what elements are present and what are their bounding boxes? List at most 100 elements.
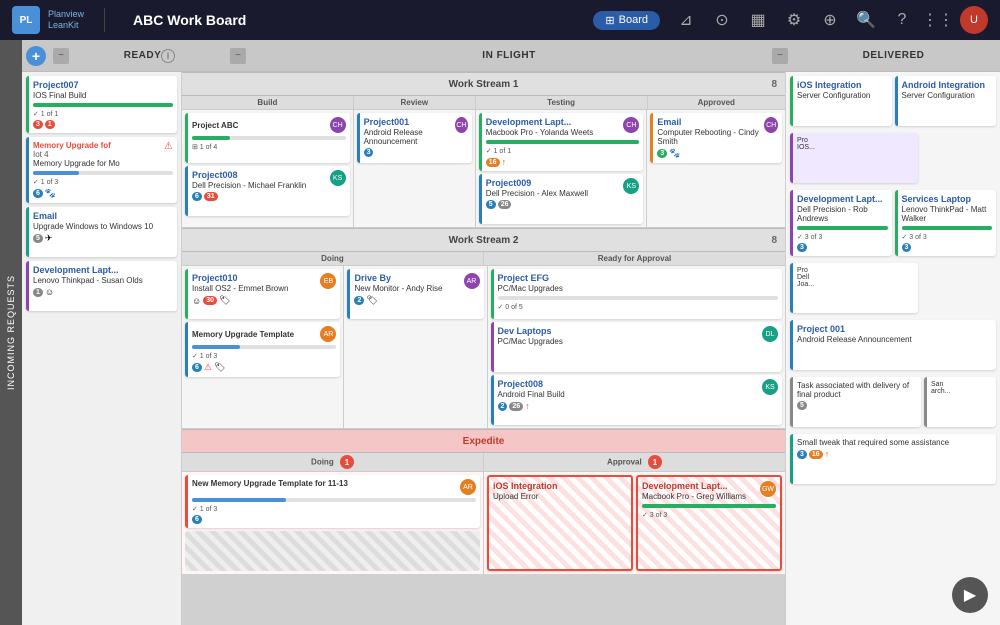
up-arrow-icon: ↑ (502, 157, 507, 167)
mem-tmpl-footer: 6 ⚠ 🏷 (192, 362, 336, 373)
avatar-dev-exp: GW (760, 481, 776, 497)
progress-fill (33, 171, 79, 175)
expedite-header: Expedite (182, 429, 785, 453)
card-memory-upgrade-subtitle2: Iot 4 (33, 150, 111, 159)
badge-5: 5 (33, 234, 43, 243)
card-project008-build: Project008 Dell Precision - Michael Fran… (185, 166, 350, 216)
ws1-header: Work Stream 1 8 (182, 72, 785, 96)
card-memory-template: Memory Upgrade Template AR ✓ 1 of 3 6 (185, 322, 340, 377)
avatar-devlap: DL (762, 326, 778, 342)
filter-icon[interactable]: ⊿ (672, 6, 700, 34)
ws2-doing1-lane: Project010 Install OS2 - Emmet Brown EB … (182, 266, 344, 428)
top-navigation: PL Planview LeanKit ABC Work Board ⊞ Boa… (0, 0, 1000, 40)
badge-3-r: 3 (364, 148, 374, 157)
avatar-ch-review: CH (455, 117, 468, 133)
collapse-ready-button[interactable]: − (53, 48, 69, 64)
incoming-requests-sidebar: INCOMING REQUESTS (0, 40, 22, 625)
card-project007: Project007 IOS Final Build ✓ 1 of 1 3 1 (26, 76, 177, 133)
efg-progress (498, 296, 779, 300)
card-p008-ready: Project008 Android Final Build KS 2 26 (491, 375, 783, 425)
board-tab[interactable]: ⊞ Board (593, 11, 660, 30)
email-appr-name: Computer Rebooting - Cindy Smith (657, 128, 764, 146)
badge-2-d: 2 (354, 296, 364, 305)
ws2-cards-row: Project010 Install OS2 - Emmet Brown EB … (182, 266, 785, 429)
card-small-tweak: Small tweak that required some assistanc… (790, 434, 996, 484)
workstream2: Work Stream 2 8 Doing Ready for Approval (182, 228, 785, 429)
main-container: INCOMING REQUESTS + − READY i − IN FLIGH… (0, 40, 1000, 625)
badge-red: 3 (33, 120, 43, 129)
collapse-delivered-button[interactable]: − (772, 48, 788, 64)
chart-icon[interactable]: ▦ (744, 6, 772, 34)
add-user-icon[interactable]: ⊕ (816, 6, 844, 34)
tweak-name: Small tweak that required some assistanc… (797, 438, 992, 447)
p009-footer: 5 26 (486, 200, 640, 209)
expedite-cards-row: New Memory Upgrade Template for 11-13 AR… (182, 472, 785, 574)
workstream1: Work Stream 1 8 Build Review Testing App… (182, 72, 785, 228)
p008r-title: Project008 (498, 379, 565, 389)
avatar-p010: EB (320, 273, 336, 289)
p008r-footer: 2 26 ↑ (498, 401, 779, 411)
menu-icon[interactable]: ⋮⋮ (924, 6, 952, 34)
fill (642, 504, 776, 508)
dev-test-title: Development Lapt... (486, 117, 593, 127)
exp-doing-badge: 1 (340, 455, 354, 469)
card-project001-del: Project 001 Android Release Announcement (790, 320, 996, 370)
card-project001: Project001 Android Release Announcement … (357, 113, 472, 163)
ws1-build-lane: Project ABC CH ⊞ 1 of 4 (182, 110, 354, 227)
avatar-new-mem: AR (460, 479, 476, 495)
p009-title: Project009 (486, 178, 588, 188)
avatar-ch-appr: CH (764, 117, 778, 133)
avatar-ks-test: KS (623, 178, 639, 194)
card-check: ✓ 1 of 3 (33, 178, 173, 186)
new-mem-name: New Memory Upgrade Template for 11-13 (192, 479, 348, 488)
ws2-doing-header: Doing (182, 252, 484, 265)
search-icon[interactable]: 🔍 (852, 6, 880, 34)
dev-lap-del-footer: 3 (797, 243, 888, 252)
add-card-button[interactable]: + (26, 46, 46, 66)
settings-icon[interactable]: ⚙ (780, 6, 808, 34)
exp-approval-header: Approval 1 (484, 453, 785, 471)
card-footer: 6 🐾 (33, 188, 173, 199)
badge-1: 1 (33, 288, 43, 297)
new-mem-check: ✓ 1 of 3 (192, 505, 476, 513)
ws1-cards-row: Project ABC CH ⊞ 1 of 4 (182, 110, 785, 228)
play-button[interactable]: ▶ (952, 577, 988, 613)
efg-check: ✓ 0 of 5 (498, 303, 779, 311)
task-del-name: Task associated with delivery of final p… (797, 381, 917, 399)
card-dev-exp: Development Lapt... Macbook Pro - Greg W… (636, 475, 782, 571)
badge-3-sl: 3 (902, 243, 912, 252)
dev-lap-del-name: Dell Precision - Rob Andrews (797, 205, 888, 223)
card-email-title: Email (33, 211, 173, 221)
board-content: Project007 IOS Final Build ✓ 1 of 1 3 1 (22, 72, 1000, 625)
ios-del-name: Server Configuration (797, 91, 888, 100)
p008r-name: Android Final Build (498, 390, 565, 399)
progress (192, 136, 346, 140)
help-icon[interactable]: ? (888, 6, 916, 34)
card-dev-laptop-test: Development Lapt... Macbook Pro - Yoland… (479, 113, 644, 171)
exp-approval-badge: 1 (648, 455, 662, 469)
users-icon[interactable]: ⊙ (708, 6, 736, 34)
stream-area: Work Stream 1 8 Build Review Testing App… (182, 72, 785, 625)
drive-name: New Monitor - Andy Rise (354, 284, 442, 293)
android-del-name: Server Configuration (902, 91, 993, 100)
ready-info-icon[interactable]: i (161, 49, 175, 63)
srv-lap-footer: 3 (902, 243, 993, 252)
card-project007-name: IOS Final Build (33, 91, 173, 100)
p008-title: Project008 (192, 170, 306, 180)
p009-name: Dell Precision - Alex Maxwell (486, 189, 588, 198)
badge-6-e: 6 (192, 515, 202, 524)
user-avatar[interactable]: U (960, 6, 988, 34)
task-del-footer: 5 (797, 401, 917, 410)
badge-30: 30 (203, 296, 217, 305)
card-ios-exp: iOS Integration Upload Error (487, 475, 633, 571)
ws2-ready-header: Ready for Approval (484, 252, 785, 265)
dev-exp-name: Macbook Pro - Greg Williams (642, 492, 746, 501)
badge-3-tw: 3 (797, 450, 807, 459)
nav-divider (104, 8, 105, 32)
devlap-name: PC/Mac Upgrades (498, 337, 563, 346)
card-dev-laptops: Dev Laptops PC/Mac Upgrades DL (491, 322, 783, 372)
badge-red2: 1 (45, 120, 55, 129)
collapse-inflight-button[interactable]: − (230, 48, 246, 64)
up-arrow-tweak: ↑ (825, 449, 830, 459)
ios-exp-title: iOS Integration (493, 481, 627, 491)
